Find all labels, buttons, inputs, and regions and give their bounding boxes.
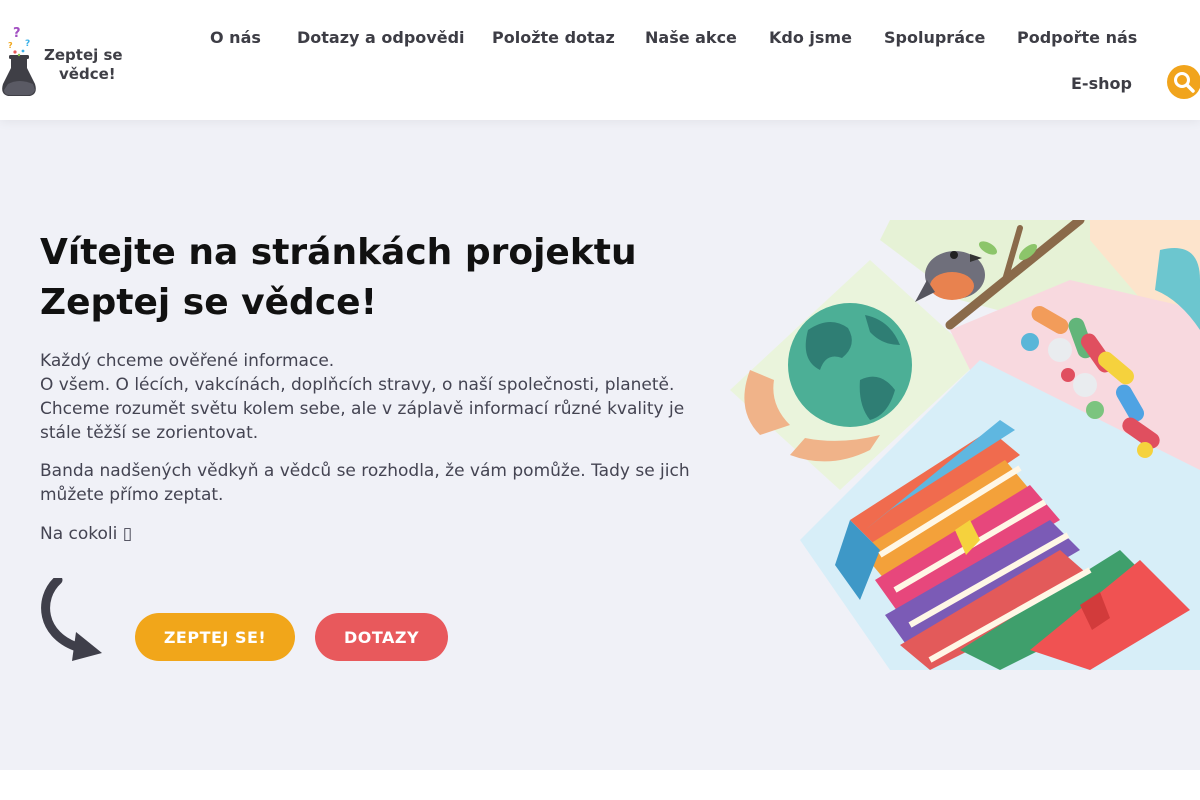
hero-intro-line: Každý chceme ověřené informace. xyxy=(40,351,335,371)
search-icon xyxy=(1174,72,1195,93)
nav-item-nase-akce[interactable]: Naše akce xyxy=(645,28,737,47)
footer-strip xyxy=(0,770,1200,800)
site-header: ? ? ? Zeptej se vědce! O nás Dotazy a od… xyxy=(0,0,1200,120)
hero-title-line2: Zeptej se vědce! xyxy=(40,282,377,323)
nav-item-o-nas[interactable]: O nás xyxy=(210,28,261,47)
globe-pills-books-illustration xyxy=(730,220,1200,670)
nav-item-polozte-dotaz[interactable]: Položte dotaz xyxy=(492,28,615,47)
svg-text:?: ? xyxy=(13,26,21,41)
nav-item-dotazy-a-odpovedi[interactable]: Dotazy a odpovědi xyxy=(297,28,465,47)
hero-anything-text: Na cokoli ▯ xyxy=(40,524,133,544)
logo-text: Zeptej se vědce! xyxy=(44,46,130,84)
hero-intro-line: stále těžší se zorientovat. xyxy=(40,423,259,443)
questions-button[interactable]: DOTAZY xyxy=(315,613,448,661)
svg-text:?: ? xyxy=(25,39,30,49)
hero-title: Vítejte na stránkách projektu Zeptej se … xyxy=(40,228,740,328)
nav-item-e-shop[interactable]: E-shop xyxy=(1071,74,1132,93)
nav-item-podporte-nas[interactable]: Podpořte nás xyxy=(1017,28,1137,47)
hero-team-paragraph: Banda nadšených vědkyň a vědců se rozhod… xyxy=(40,459,740,507)
logo-text-line2: vědce! xyxy=(59,65,116,83)
search-button[interactable] xyxy=(1167,65,1200,99)
hero-team-line: můžete přímo zeptat. xyxy=(40,485,224,505)
hero-intro-line: Chceme rozumět světu kolem sebe, ale v z… xyxy=(40,399,685,419)
hero-title-line1: Vítejte na stránkách projektu xyxy=(40,232,637,273)
nav-item-kdo-jsme[interactable]: Kdo jsme xyxy=(769,28,852,47)
logo-text-line1: Zeptej se xyxy=(44,46,123,64)
hero-section: Vítejte na stránkách projektu Zeptej se … xyxy=(0,120,1200,770)
ask-question-button[interactable]: ZEPTEJ SE! xyxy=(135,613,295,661)
hero-intro-line: O všem. O lécích, vakcínách, doplňcích s… xyxy=(40,375,675,395)
svg-text:?: ? xyxy=(8,41,13,50)
hero-team-line: Banda nadšených vědkyň a vědců se rozhod… xyxy=(40,461,690,481)
hero-intro-paragraph: Každý chceme ověřené informace. O všem. … xyxy=(40,349,740,445)
curved-arrow-icon xyxy=(41,578,102,661)
nav-item-spoluprace[interactable]: Spolupráce xyxy=(884,28,985,47)
